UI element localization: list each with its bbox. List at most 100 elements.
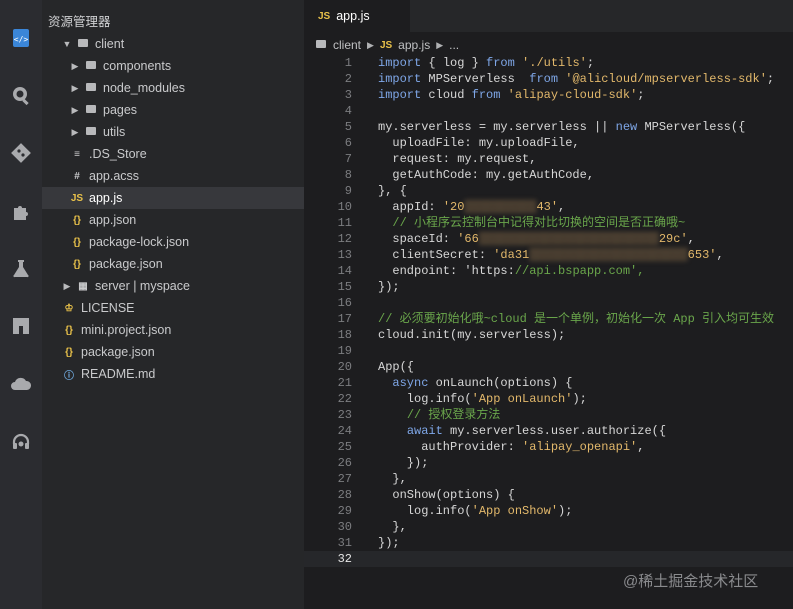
- code-line[interactable]: 24 await my.serverless.user.authorize({: [304, 423, 793, 439]
- code-line[interactable]: 25 authProvider: 'alipay_openapi',: [304, 439, 793, 455]
- code-line[interactable]: 6 uploadFile: my.uploadFile,: [304, 135, 793, 151]
- code-icon[interactable]: </>: [6, 23, 36, 53]
- line-number: 23: [337, 408, 352, 422]
- code-line[interactable]: 3 import cloud from 'alipay-cloud-sdk';: [304, 87, 793, 103]
- code-line[interactable]: 7 request: my.request,: [304, 151, 793, 167]
- tree-item-label: package-lock.json: [89, 235, 190, 249]
- breadcrumb: client ▶ JS app.js ▶ ...: [314, 36, 459, 54]
- code-line[interactable]: 8 getAuthCode: my.getAuthCode,: [304, 167, 793, 183]
- code-line[interactable]: 1 import { log } from './utils';: [304, 55, 793, 71]
- tree-item-label: README.md: [81, 367, 156, 381]
- layout-icon[interactable]: [6, 311, 36, 341]
- line-number: 28: [337, 488, 352, 502]
- line-number: 29: [337, 504, 352, 518]
- code-line[interactable]: 14 endpoint: 'https://api.bspapp.com',: [304, 263, 793, 279]
- code-line[interactable]: 23 // 授权登录方法: [304, 407, 793, 423]
- code-line[interactable]: 32: [304, 551, 793, 567]
- line-number: 9: [344, 184, 352, 198]
- line-number: 20: [337, 360, 352, 374]
- git-icon[interactable]: [6, 138, 36, 168]
- code-text: });: [378, 536, 400, 550]
- code-line[interactable]: 4: [304, 103, 793, 119]
- line-number: 22: [337, 392, 352, 406]
- test-flask-icon[interactable]: [6, 253, 36, 283]
- line-number: 30: [337, 520, 352, 534]
- chevron-right-icon: ▶: [367, 39, 374, 50]
- code-line[interactable]: 20 App({: [304, 359, 793, 375]
- breadcrumb-more[interactable]: ...: [449, 38, 459, 52]
- tree-folder-server[interactable]: ▶ ▦ server | myspace: [42, 275, 304, 297]
- code-line[interactable]: 30 },: [304, 519, 793, 535]
- chevron-right-icon: ▶: [71, 60, 79, 71]
- line-number: 19: [337, 344, 352, 358]
- code-line[interactable]: 22 log.info('App onLaunch');: [304, 391, 793, 407]
- tree-file-license[interactable]: ♔ LICENSE: [42, 297, 304, 319]
- tree-item-label: app.json: [89, 213, 137, 227]
- breadcrumb-file[interactable]: app.js: [398, 38, 430, 52]
- tree-folder-pages[interactable]: ▶ pages: [42, 99, 304, 121]
- file-lines-icon: ≡: [74, 148, 80, 160]
- tree-file-ds-store[interactable]: ≡ .DS_Store: [42, 143, 304, 165]
- line-number: 24: [337, 424, 352, 438]
- tree-folder-components[interactable]: ▶ components: [42, 55, 304, 77]
- code-line[interactable]: 12 spaceId: '66▒▒▒▒▒▒▒▒▒▒▒▒▒▒▒▒▒▒▒▒▒▒▒▒▒…: [304, 231, 793, 247]
- code-line[interactable]: 28 onShow(options) {: [304, 487, 793, 503]
- breadcrumb-folder[interactable]: client: [333, 38, 361, 52]
- tab-app-js[interactable]: JS app.js: [304, 0, 410, 32]
- code-line[interactable]: 26 });: [304, 455, 793, 471]
- tree-file-mini-project-json[interactable]: {} mini.project.json: [42, 319, 304, 341]
- watermark: @稀土掘金技术社区: [623, 573, 759, 590]
- code-text: import { log } from './utils';: [378, 56, 595, 70]
- code-line[interactable]: 15});: [304, 279, 793, 295]
- code-line[interactable]: 18 cloud.init(my.serverless);: [304, 327, 793, 343]
- tree-file-app-js[interactable]: JS app.js: [42, 187, 304, 209]
- tree-folder-client[interactable]: ▼ client: [42, 33, 304, 55]
- code-text: getAuthCode: my.getAuthCode,: [378, 168, 595, 182]
- search-icon[interactable]: [6, 80, 36, 110]
- line-number: 12: [337, 232, 352, 246]
- chevron-right-icon: ▶: [71, 82, 79, 93]
- code-text: });: [378, 280, 400, 294]
- info-icon: ⓘ: [64, 370, 74, 382]
- code-text: import cloud from 'alipay-cloud-sdk';: [378, 88, 645, 102]
- tree-folder-utils[interactable]: ▶ utils: [42, 121, 304, 143]
- code-line[interactable]: 21 async onLaunch(options) {: [304, 375, 793, 391]
- code-line[interactable]: 17 // 必须要初始化哦~cloud 是一个单例，初始化一次 App 引入均可生…: [304, 311, 793, 327]
- explorer-title: 资源管理器: [48, 15, 111, 29]
- tree-file-package-lock-json[interactable]: {} package-lock.json: [42, 231, 304, 253]
- code-text: cloud.init(my.serverless);: [378, 328, 566, 342]
- json-file-icon: {}: [73, 258, 81, 270]
- code-text: request: my.request,: [378, 152, 537, 166]
- code-line[interactable]: 10 appId: '20▒▒▒▒▒▒▒▒▒▒43',: [304, 199, 793, 215]
- code-text: // 授权登录方法: [406, 408, 501, 422]
- line-number: 14: [337, 264, 352, 278]
- code-line[interactable]: 5 my.serverless = my.serverless || new MP…: [304, 119, 793, 135]
- code-text: log.info('App onLaunch');: [378, 392, 587, 406]
- code-line[interactable]: 2 import MPServerless from '@alicloud/mps…: [304, 71, 793, 87]
- code-line[interactable]: 19: [304, 343, 793, 359]
- code-line[interactable]: 11 // 小程序云控制台中记得对比切换的空间是否正确哦~: [304, 215, 793, 231]
- line-number: 8: [344, 168, 352, 182]
- support-headset-icon[interactable]: [6, 427, 36, 457]
- code-text: // 必须要初始化哦~cloud 是一个单例，初始化一次 App 引入均可生效: [378, 312, 775, 326]
- tree-item-label: node_modules: [103, 81, 186, 95]
- code-line[interactable]: 13 clientSecret: 'da31▒▒▒▒▒▒▒▒▒▒▒▒▒▒▒▒▒▒…: [304, 247, 793, 263]
- cloud-icon[interactable]: [6, 369, 36, 399]
- code-line[interactable]: 27 },: [304, 471, 793, 487]
- code-line[interactable]: 29 log.info('App onShow');: [304, 503, 793, 519]
- code-line[interactable]: 9}, {: [304, 183, 793, 199]
- code-line[interactable]: 16: [304, 295, 793, 311]
- code-line[interactable]: 31});: [304, 535, 793, 551]
- tree-file-readme[interactable]: ⓘ README.md: [42, 363, 304, 385]
- folder-icon: [314, 40, 328, 51]
- folder-icon: [76, 39, 90, 50]
- extensions-icon[interactable]: [6, 196, 36, 226]
- code-text: },: [378, 472, 407, 486]
- tree-item-label: server | myspace: [95, 279, 190, 293]
- tree-folder-node-modules[interactable]: ▶ node_modules: [42, 77, 304, 99]
- tree-file-root-package-json[interactable]: {} package.json: [42, 341, 304, 363]
- tree-file-app-acss[interactable]: # app.acss: [42, 165, 304, 187]
- line-number: 4: [344, 104, 352, 118]
- tree-file-package-json[interactable]: {} package.json: [42, 253, 304, 275]
- tree-file-app-json[interactable]: {} app.json: [42, 209, 304, 231]
